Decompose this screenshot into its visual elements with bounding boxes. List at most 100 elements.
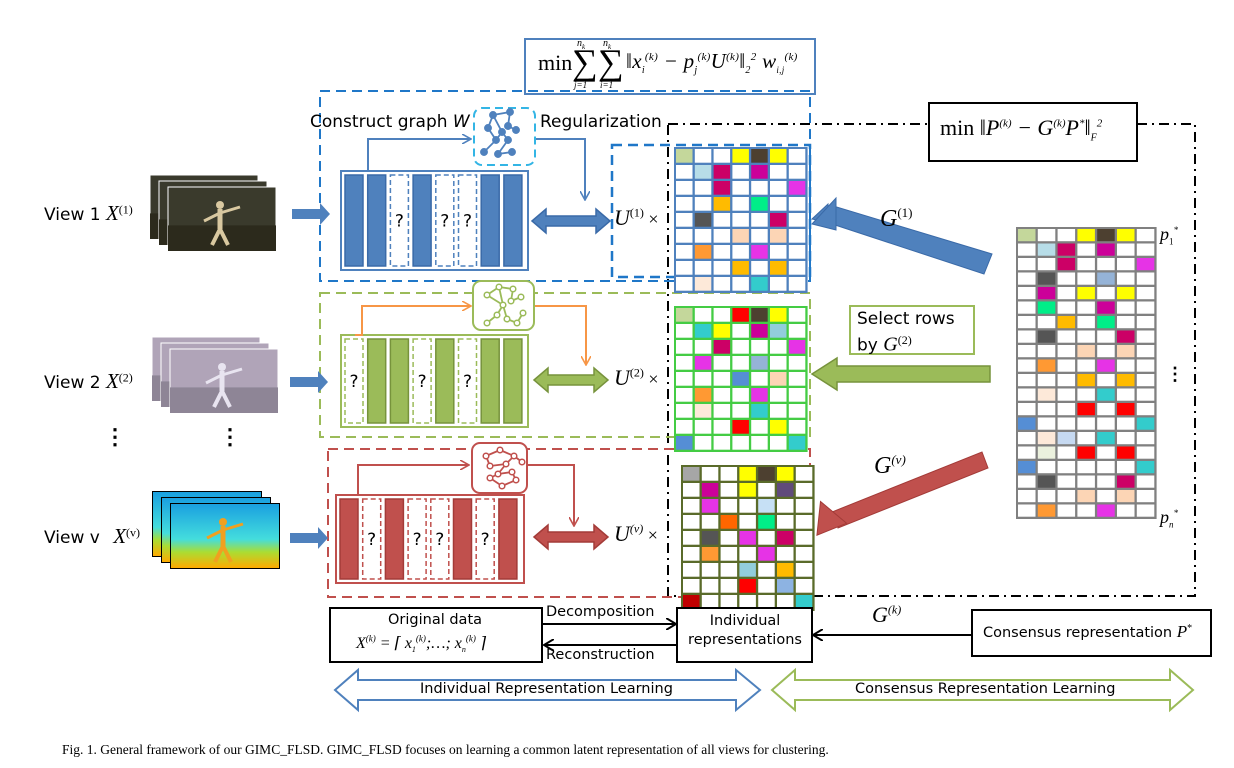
- grid-cell: [751, 277, 768, 291]
- grid-cell: [758, 547, 775, 561]
- graph-node: [486, 474, 494, 482]
- consensus-grid-cell: [1037, 359, 1056, 372]
- consensus-grid-cell: [1136, 330, 1155, 343]
- consensus-grid-cell: [1117, 388, 1135, 401]
- observed-column: [452, 498, 473, 580]
- grid-cell: [788, 245, 806, 259]
- grid-cell: [694, 340, 712, 354]
- observed-column: [480, 338, 500, 424]
- consensus-grid-cell: [1097, 287, 1115, 300]
- grid-cell: [777, 547, 794, 561]
- grid-cell: [720, 515, 738, 529]
- observed-column: [503, 338, 523, 424]
- consensus-grid-cell: [1077, 359, 1095, 372]
- grid-cell: [788, 181, 806, 195]
- consensus-grid-cell: [1057, 490, 1076, 503]
- missing-mark: ?: [418, 372, 427, 392]
- objective-top-body: ‖xi(k) − pj(k)U(k)‖22 wi,j(k): [626, 49, 798, 77]
- g1-arrow-head: [811, 196, 837, 231]
- grid-cell: [694, 277, 712, 291]
- grid-cell: [777, 467, 794, 481]
- gv-label: G(v): [874, 452, 906, 479]
- grid-cell: [758, 515, 775, 529]
- u-label-view1: U(1) ×: [614, 205, 659, 230]
- consensus-grid-cell: [1077, 301, 1095, 314]
- observed-column: [435, 338, 455, 424]
- consensus-grid-cell: [1037, 446, 1056, 459]
- grid-cell: [713, 213, 731, 227]
- grid-cell: [713, 324, 731, 338]
- graph-node: [494, 470, 502, 478]
- consensus-grid-cell: [1097, 272, 1115, 285]
- grid-cell: [739, 483, 756, 497]
- missing-mark: ?: [481, 530, 490, 550]
- grid-cell: [770, 149, 787, 163]
- observed-column: [389, 338, 410, 424]
- consensus-grid-cell: [1097, 243, 1115, 256]
- consensus-grid-cell: [1037, 388, 1056, 401]
- consensus-grid-cell: [1037, 258, 1056, 271]
- grid-cell: [777, 515, 794, 529]
- grid-cell: [676, 213, 693, 227]
- grid-cell: [770, 308, 787, 322]
- grid-cell: [732, 213, 749, 227]
- consensus-grid-cell: [1136, 461, 1155, 474]
- missing-mark: ?: [395, 212, 404, 232]
- grid-cell: [732, 277, 749, 291]
- graph-node: [496, 446, 504, 454]
- grid-cell: [751, 436, 768, 450]
- view-superscript: (v): [126, 525, 141, 540]
- missing-mark: ?: [463, 212, 472, 232]
- grid-cell: [795, 467, 813, 481]
- consensus-grid-cell: [1018, 490, 1036, 503]
- view2-image-stack: [151, 336, 279, 414]
- grid-cell: [732, 149, 749, 163]
- consensus-grid-cell: [1117, 475, 1135, 488]
- view-variable: X: [105, 369, 119, 393]
- consensus-grid-cell: [1077, 475, 1095, 488]
- grid-cell: [676, 229, 693, 243]
- grid-cell: [751, 356, 768, 370]
- construct-arrow-view2: [355, 306, 470, 336]
- consensus-grid-cell: [1057, 287, 1076, 300]
- construct-arrow-viewv: [357, 465, 468, 495]
- grid-cell: [732, 261, 749, 275]
- grid-cell: [788, 229, 806, 243]
- graph-node: [495, 283, 503, 291]
- grid-cell: [739, 547, 756, 561]
- regularize-arrow-viewv: [528, 464, 574, 525]
- consensus-grid-cell: [1018, 258, 1036, 271]
- consensus-grid-cell: [1018, 345, 1036, 358]
- consensus-grid-cell: [1018, 417, 1036, 430]
- consensus-grid-cell: [1097, 504, 1115, 517]
- consensus-grid-cell: [1018, 359, 1036, 372]
- grid-cell: [713, 197, 731, 211]
- grid-cell: [676, 324, 693, 338]
- grid-cell: [788, 261, 806, 275]
- grid-cell: [683, 595, 700, 609]
- graph-node: [509, 285, 517, 293]
- grid-cell: [732, 245, 749, 259]
- images-vdots: ⋮: [219, 424, 241, 449]
- consensus-grid-cell: [1097, 359, 1115, 372]
- grid-cell: [770, 324, 787, 338]
- objective-min: min: [538, 50, 573, 75]
- grid-cell: [683, 515, 700, 529]
- consensus-grid-cell: [1136, 301, 1155, 314]
- grid-cell: [770, 420, 787, 434]
- graph-node: [480, 148, 488, 156]
- consensus-grid-cell: [1097, 388, 1115, 401]
- grid-cell: [713, 261, 731, 275]
- grid-cell: [713, 149, 731, 163]
- missing-mark: ?: [349, 372, 358, 392]
- consensus-grid-cell: [1057, 258, 1076, 271]
- grid-cell: [770, 340, 787, 354]
- consensus-grid-cell: [1136, 359, 1155, 372]
- grid-cell: [732, 340, 749, 354]
- grid-cell: [751, 388, 768, 402]
- graph-node: [483, 291, 491, 299]
- grid-cell: [732, 388, 749, 402]
- double-arrow-view1: [530, 207, 612, 235]
- double-arrow-viewv: [532, 523, 610, 551]
- consensus-grid-cell: [1037, 504, 1056, 517]
